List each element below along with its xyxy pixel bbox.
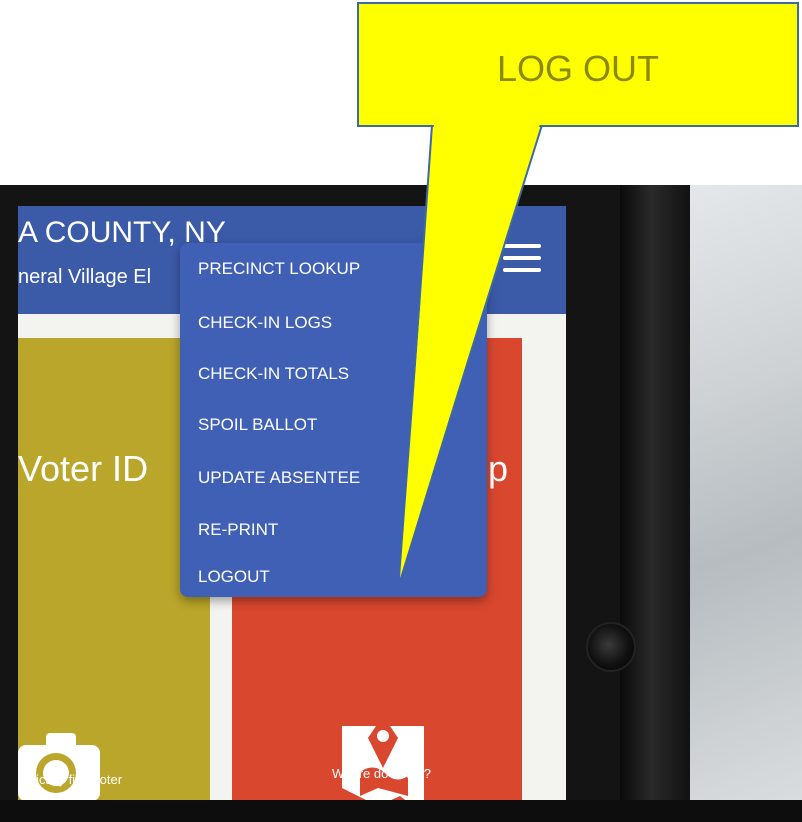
callout-label: LOG OUT — [496, 48, 660, 89]
callout-pointer-join — [400, 124, 540, 578]
